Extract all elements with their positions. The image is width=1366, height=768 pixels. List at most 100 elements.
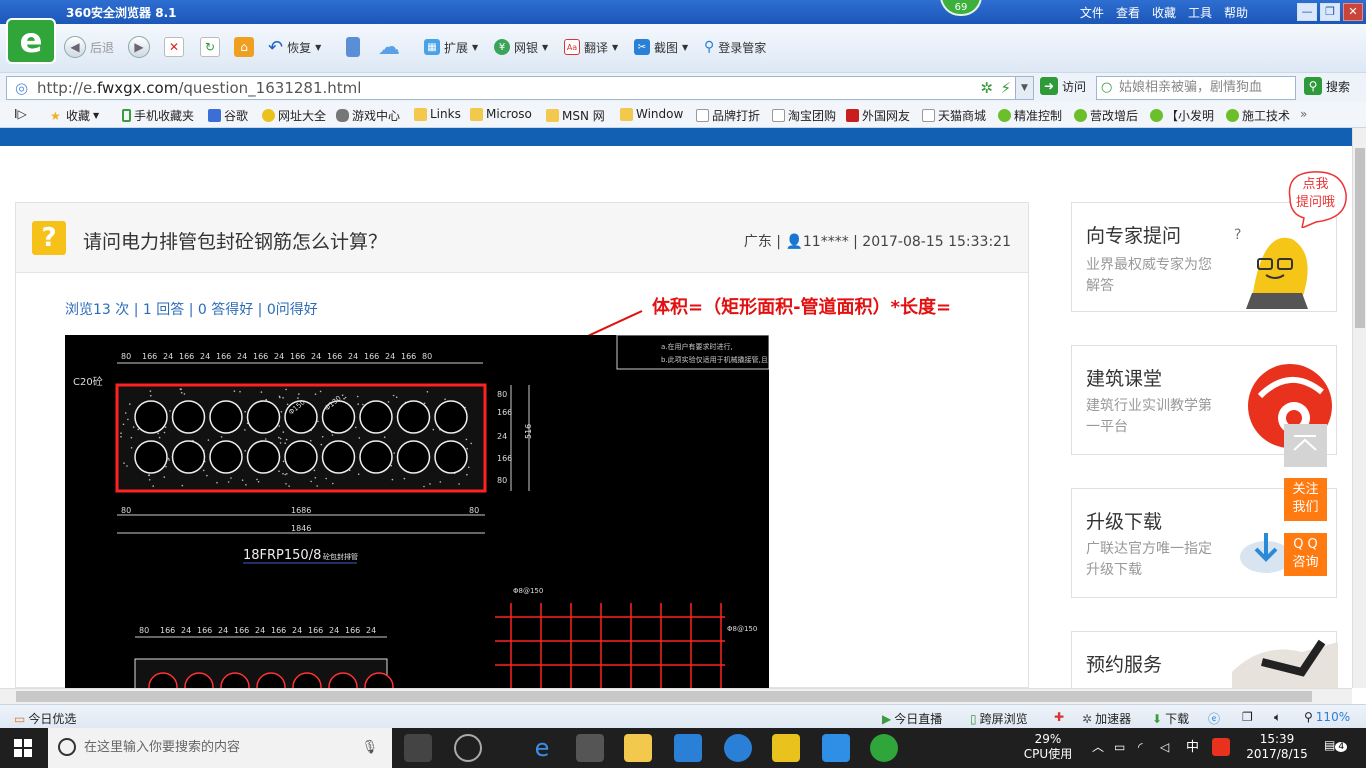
- zoom-icon: ⚲: [1304, 710, 1313, 724]
- refresh-button[interactable]: ↻: [200, 34, 220, 60]
- cpu-label: CPU使用: [1023, 747, 1073, 761]
- fav-label: 淘宝团购: [788, 109, 837, 123]
- wifi-icon[interactable]: ◜: [1138, 740, 1143, 755]
- menu-tools[interactable]: 工具: [1188, 4, 1212, 21]
- rebar-grid: [495, 603, 725, 688]
- fav-item-1[interactable]: 手机收藏夹: [122, 107, 194, 124]
- vertical-scrollbar[interactable]: [1352, 128, 1366, 688]
- menu-view[interactable]: 查看: [1116, 4, 1140, 21]
- menu-bar: 文件 查看 收藏 工具 帮助: [1080, 4, 1248, 21]
- restore-button[interactable]: ↶ 恢复 ▼: [268, 34, 321, 60]
- extend-button[interactable]: ▦ 扩展 ▼: [424, 34, 478, 60]
- chat-icon: [1226, 109, 1239, 122]
- close-button[interactable]: ✕: [1343, 3, 1363, 21]
- right-dim-label: 80: [497, 390, 507, 399]
- cad-drawing-image[interactable]: 80 166 24 166 24 166 24 166 24 166 24 166 24 166 24 166…: [65, 335, 769, 688]
- accelerator-button[interactable]: ✲ 加速器: [1082, 710, 1131, 727]
- fav-item-7[interactable]: MSN 网: [546, 107, 605, 124]
- more-favorites-icon[interactable]: »: [1300, 107, 1307, 121]
- stop-button[interactable]: ✕: [164, 34, 184, 60]
- menu-file[interactable]: 文件: [1080, 4, 1104, 21]
- speaker-icon[interactable]: ◁: [1160, 740, 1169, 755]
- second-dim-label: 80: [139, 626, 149, 635]
- fav-item-5[interactable]: Links: [414, 107, 461, 121]
- dropdown-arrow-icon[interactable]: ▼: [1015, 77, 1033, 99]
- search-input[interactable]: ○ 姑娘相亲被骗，剧情狗血: [1096, 76, 1296, 100]
- ime-indicator[interactable]: 中: [1186, 740, 1199, 755]
- taskview-app-icon[interactable]: [404, 734, 432, 762]
- fav-item-15[interactable]: 【小发明: [1150, 107, 1214, 124]
- zoom-control[interactable]: ⚲ 110%: [1304, 710, 1350, 724]
- cross-screen-button[interactable]: ▯ 跨屏浏览: [970, 710, 1028, 727]
- fav-item-3[interactable]: 网址大全: [262, 107, 326, 124]
- fav-item-12[interactable]: 天猫商城: [922, 107, 986, 124]
- horizontal-scrollbar[interactable]: [0, 688, 1352, 704]
- notification-center-icon[interactable]: ▤ 4: [1324, 738, 1348, 755]
- back-button[interactable]: ◀ 后退: [64, 34, 114, 60]
- sogou-icon[interactable]: [1212, 738, 1230, 756]
- follow-us-button[interactable]: 关注 我们: [1284, 478, 1327, 521]
- edge-app-icon[interactable]: e: [528, 734, 556, 762]
- glodon-alt-app-icon[interactable]: [724, 734, 752, 762]
- volume-icon[interactable]: 🔈︎: [1274, 710, 1281, 725]
- glodon-app-icon[interactable]: [674, 734, 702, 762]
- service-card[interactable]: 预约服务: [1071, 631, 1338, 688]
- fav-item-9[interactable]: 品牌打折: [696, 107, 760, 124]
- network-icon[interactable]: ▭: [1114, 740, 1125, 755]
- menu-favorites[interactable]: 收藏: [1152, 4, 1176, 21]
- fav-item-0[interactable]: ★ 收藏 ▼: [50, 107, 99, 124]
- teamviewer-app-icon[interactable]: [822, 734, 850, 762]
- fav-item-16[interactable]: 施工技术: [1226, 107, 1290, 124]
- scroll-thumb[interactable]: [1355, 148, 1365, 328]
- right-dim-label: 166: [497, 454, 512, 463]
- login-button[interactable]: ⚲ 登录管家: [704, 34, 766, 60]
- live-button[interactable]: ▶ 今日直播: [882, 710, 942, 727]
- home-button[interactable]: ⌂: [234, 34, 254, 60]
- address-bar[interactable]: ◎ http://e.fwxgx.com/question_1631281.ht…: [6, 76, 1034, 100]
- pipe-circle: [396, 440, 431, 474]
- menu-help[interactable]: 帮助: [1224, 4, 1248, 21]
- fav-item-6[interactable]: Microso: [470, 107, 532, 121]
- today-picks[interactable]: ▭ 今日优选: [14, 710, 76, 727]
- cpu-usage[interactable]: 29% CPU使用: [1022, 732, 1074, 762]
- cloud-button[interactable]: ☁: [378, 34, 400, 60]
- explorer-app-icon[interactable]: [624, 734, 652, 762]
- qq-consult-button[interactable]: Q Q 咨询: [1284, 533, 1327, 576]
- bank-button[interactable]: ¥ 网银 ▼: [494, 34, 548, 60]
- download-button[interactable]: ⬇ 下载: [1152, 710, 1189, 727]
- store-app-icon[interactable]: [576, 734, 604, 762]
- taskbar-search-input[interactable]: 在这里输入你要搜索的内容 🎙︎: [48, 728, 392, 768]
- fav-item-10[interactable]: 淘宝团购: [772, 107, 836, 124]
- browser-app-icon[interactable]: [454, 734, 482, 762]
- search-button[interactable]: ⚲ 搜索: [1304, 77, 1350, 95]
- back-to-top-button[interactable]: [1284, 424, 1327, 467]
- go-arrow-icon: ➜: [1040, 77, 1058, 95]
- notes-app-icon[interactable]: [772, 734, 800, 762]
- fav-item-2[interactable]: 谷歌: [208, 107, 248, 124]
- sidebar-toggle-icon[interactable]: I▷: [14, 107, 27, 121]
- classroom-card-title: 建筑课堂: [1086, 368, 1163, 390]
- fav-item-11[interactable]: 外国网友: [846, 107, 910, 124]
- visit-button[interactable]: ➜ 访问: [1040, 77, 1086, 95]
- tray-chevron-icon[interactable]: ︿: [1092, 740, 1104, 755]
- fav-item-4[interactable]: 游戏中心: [336, 107, 400, 124]
- top-dim-label: 166: [364, 352, 379, 361]
- screenshot-button[interactable]: ✂ 截图 ▼: [634, 34, 688, 60]
- toolbar: ◀ 后退 ▶ ✕ ↻ ⌂ ↶ 恢复 ▼ ☁ ▦ 扩展 ▼ ¥ 网银 ▼ Aa 翻译 ▼ …: [0, 24, 1366, 72]
- medkit-icon[interactable]: ✚: [1054, 710, 1064, 724]
- maximize-button[interactable]: ❐: [1320, 3, 1340, 21]
- mobile-button[interactable]: [346, 34, 360, 60]
- windows-start-icon[interactable]: [14, 739, 32, 760]
- hscroll-thumb[interactable]: [16, 691, 1312, 702]
- ie-icon[interactable]: ⓔ: [1208, 710, 1220, 727]
- rebar-spec-top: Φ8@150: [513, 587, 543, 595]
- clock[interactable]: 15:39 2017/8/15: [1246, 732, 1308, 762]
- fav-item-8[interactable]: Window: [620, 107, 683, 121]
- translate-button[interactable]: Aa 翻译 ▼: [564, 34, 618, 60]
- fav-item-14[interactable]: 营改增后: [1074, 107, 1138, 124]
- minimize-button[interactable]: —: [1297, 3, 1317, 21]
- window-icon[interactable]: ❐: [1242, 710, 1253, 724]
- forward-button[interactable]: ▶: [128, 34, 150, 60]
- fav-item-13[interactable]: 精准控制: [998, 107, 1062, 124]
- 360-browser-app-icon[interactable]: [870, 734, 898, 762]
